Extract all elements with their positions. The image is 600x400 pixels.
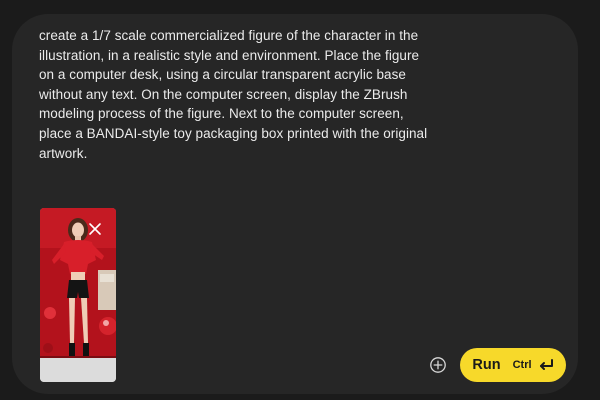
prompt-text[interactable]: create a 1/7 scale commercialized figure… [39, 26, 434, 163]
run-button-label: Run [472, 357, 501, 373]
close-icon[interactable] [88, 222, 102, 236]
run-shortcut-label: Ctrl [512, 359, 532, 371]
run-button[interactable]: Run Ctrl [460, 348, 566, 382]
attachment-thumbnail[interactable] [40, 208, 116, 382]
prompt-panel: create a 1/7 scale commercialized figure… [12, 14, 578, 394]
attachment-image [40, 208, 116, 382]
plus-circle-icon[interactable] [429, 356, 447, 374]
enter-key-icon [539, 359, 553, 370]
